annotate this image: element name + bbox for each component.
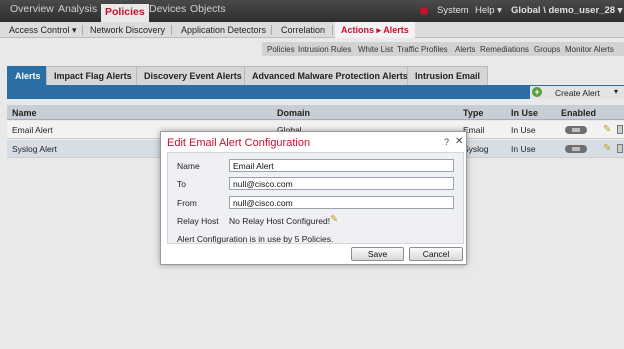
relay-host-label: Relay Host (177, 216, 219, 226)
from-field[interactable] (229, 196, 454, 209)
to-label: To (177, 179, 186, 189)
dialog-form: Name To From Relay Host No Relay Host Co… (167, 152, 464, 244)
dialog-title: Edit Email Alert Configuration (167, 137, 311, 149)
name-field[interactable] (229, 159, 454, 172)
close-icon[interactable]: ✕ (455, 136, 463, 147)
cancel-button[interactable]: Cancel (409, 247, 463, 261)
to-field[interactable] (229, 177, 454, 190)
help-icon[interactable]: ? (444, 137, 449, 147)
edit-relay-pencil-icon[interactable]: ✎ (330, 214, 338, 225)
edit-email-alert-dialog: Edit Email Alert Configuration ? ✕ Name … (160, 131, 467, 265)
save-button[interactable]: Save (351, 247, 404, 261)
from-label: From (177, 198, 197, 208)
relay-host-value: No Relay Host Configured! (229, 216, 331, 226)
usage-note: Alert Configuration is in use by 5 Polic… (177, 234, 334, 244)
name-label: Name (177, 161, 200, 171)
